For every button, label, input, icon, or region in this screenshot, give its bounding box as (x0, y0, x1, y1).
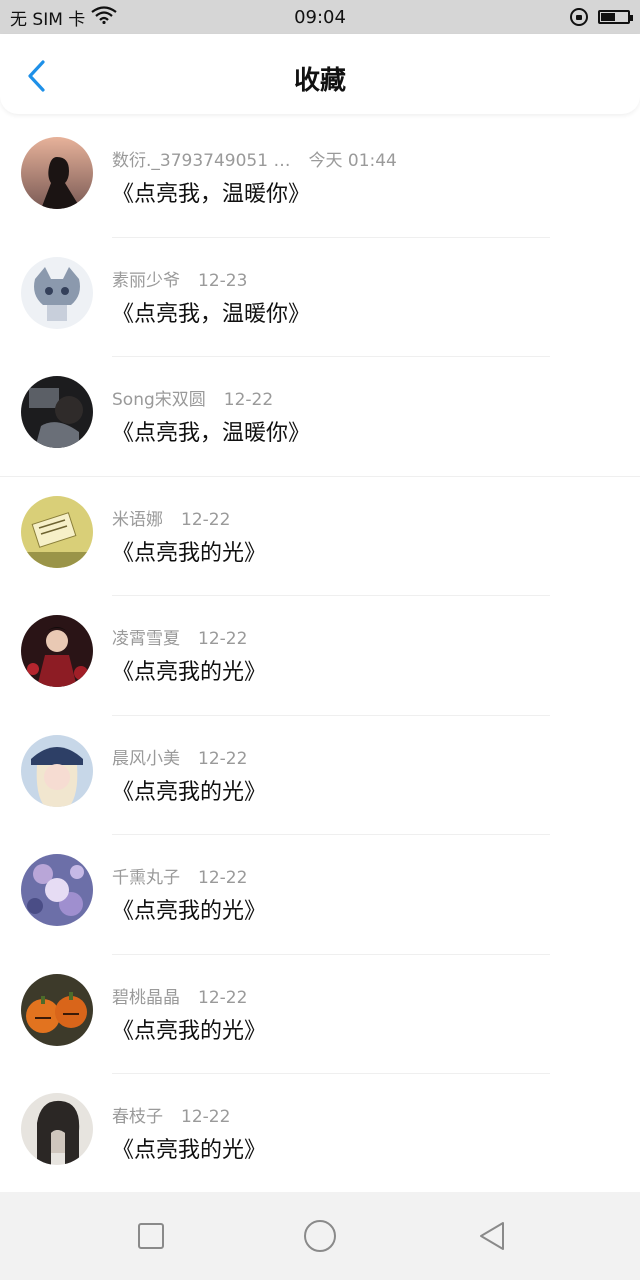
status-bar: 无 SIM 卡 09:04 (0, 0, 640, 34)
item-title[interactable]: 《点亮我，温暖你》 (112, 415, 310, 447)
status-right (570, 8, 633, 26)
item-meta: 碧桃晶晶 12-22 (112, 983, 247, 1008)
author-name[interactable]: 数衍._3793749051 … (112, 151, 290, 171)
recent-apps-button[interactable] (131, 1216, 171, 1256)
avatar[interactable] (21, 854, 93, 926)
avatar[interactable] (21, 376, 93, 448)
author-name[interactable]: 米语娜 (112, 510, 163, 530)
author-name[interactable]: 素丽少爷 (112, 271, 180, 291)
author-name[interactable]: 千熏丸子 (112, 868, 180, 888)
home-button[interactable] (300, 1216, 340, 1256)
carrier-text: 无 SIM 卡 (10, 9, 86, 30)
item-title[interactable]: 《点亮我，温暖你》 (112, 176, 310, 208)
author-name[interactable]: 晨风小美 (112, 749, 180, 769)
item-title[interactable]: 《点亮我的光》 (112, 893, 266, 925)
list-item[interactable]: 米语娜 12-22 《点亮我的光》 (0, 477, 640, 596)
favorites-list: 数衍._3793749051 … 今天 01:44 《点亮我，温暖你》 素丽少爷 1… (0, 118, 640, 1194)
list-item[interactable]: Song宋双圆 12-22 《点亮我，温暖你》 (0, 357, 640, 477)
item-meta: Song宋双圆 12-22 (112, 385, 273, 410)
home-icon (304, 1220, 336, 1252)
item-time: 12-22 (198, 987, 248, 1008)
item-meta: 凌霄雪夏 12-22 (112, 624, 247, 649)
item-title[interactable]: 《点亮我的光》 (112, 535, 266, 567)
list-item[interactable]: 素丽少爷 12-23 《点亮我，温暖你》 (0, 238, 640, 357)
battery-icon (598, 10, 633, 24)
item-time: 12-22 (198, 629, 248, 649)
item-title[interactable]: 《点亮我，温暖你》 (112, 296, 310, 328)
item-time: 12-22 (181, 509, 231, 530)
list-item[interactable]: 晨风小美 12-22 《点亮我的光》 (0, 716, 640, 835)
item-meta: 春枝子 12-22 (112, 1102, 230, 1127)
item-meta: 素丽少爷 12-23 (112, 266, 247, 291)
list-item[interactable]: 春枝子 12-22 《点亮我的光》 (0, 1074, 640, 1194)
avatar[interactable] (21, 256, 93, 329)
list-item[interactable]: 碧桃晶晶 12-22 《点亮我的光》 (0, 955, 640, 1074)
item-meta: 千熏丸子 12-22 (112, 863, 247, 888)
item-time: 12-22 (198, 868, 248, 888)
item-title[interactable]: 《点亮我的光》 (112, 774, 266, 806)
avatar[interactable] (21, 495, 93, 568)
navigation-bar (0, 1192, 640, 1280)
item-title[interactable]: 《点亮我的光》 (112, 1013, 266, 1045)
avatar[interactable] (21, 615, 93, 687)
status-left: 无 SIM 卡 (10, 5, 117, 30)
item-time: 12-22 (181, 1107, 231, 1127)
item-time: 12-23 (198, 270, 248, 291)
header: 收藏 (0, 34, 640, 114)
item-meta: 米语娜 12-22 (112, 505, 230, 530)
item-time: 12-22 (223, 390, 274, 410)
wifi-icon (91, 5, 117, 29)
avatar[interactable] (21, 734, 93, 807)
list-item[interactable]: 凌霄雪夏 12-22 《点亮我的光》 (0, 596, 640, 716)
item-time: 今天 01:44 (308, 151, 397, 171)
author-name[interactable]: Song宋双圆 (112, 390, 206, 410)
avatar[interactable] (21, 973, 93, 1046)
item-meta: 晨风小美 12-22 (112, 744, 247, 769)
avatar[interactable] (21, 1093, 93, 1165)
author-name[interactable]: 碧桃晶晶 (112, 988, 180, 1008)
item-time: 12-22 (198, 748, 248, 769)
item-title[interactable]: 《点亮我的光》 (112, 654, 266, 686)
author-name[interactable]: 凌霄雪夏 (112, 629, 180, 649)
author-name[interactable]: 春枝子 (112, 1107, 163, 1127)
item-title[interactable]: 《点亮我的光》 (112, 1132, 266, 1164)
battery-level (601, 13, 615, 21)
avatar[interactable] (21, 137, 93, 209)
page-title: 收藏 (293, 66, 346, 96)
list-item[interactable]: 千熏丸子 12-22 《点亮我的光》 (0, 835, 640, 955)
list-item[interactable]: 数衍._3793749051 … 今天 01:44 《点亮我，温暖你》 (0, 118, 640, 238)
item-meta: 数衍._3793749051 … 今天 01:44 (112, 146, 397, 171)
rotation-lock-icon (570, 8, 588, 26)
nav-back-button[interactable] (472, 1216, 512, 1256)
recent-apps-icon (138, 1223, 164, 1249)
back-triangle-icon (480, 1222, 504, 1250)
